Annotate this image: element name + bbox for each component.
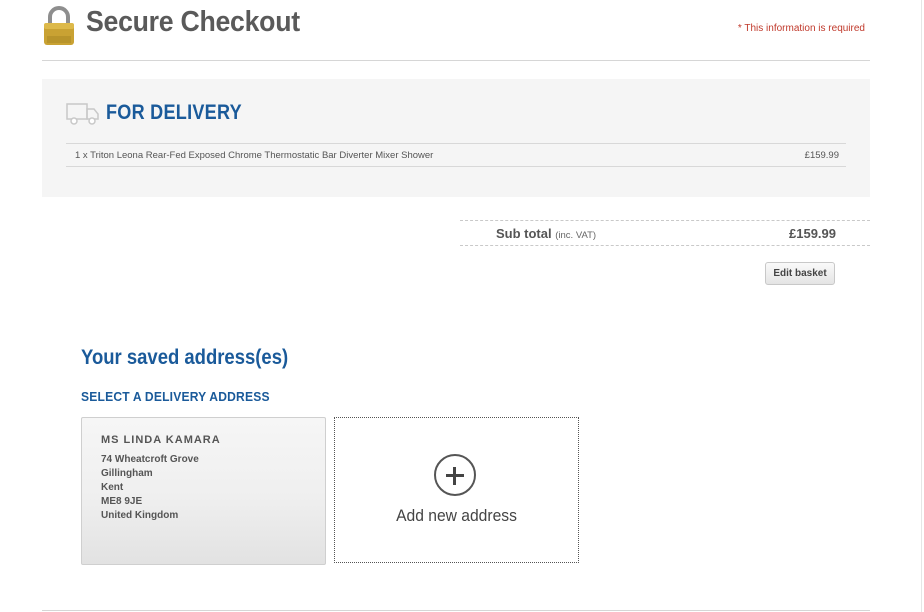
- delivery-truck-icon: [66, 102, 100, 126]
- page-title: Secure Checkout: [86, 6, 300, 38]
- footer-divider: [42, 610, 870, 611]
- address-line: Kent: [101, 482, 124, 493]
- plus-circle-icon: [434, 454, 476, 496]
- item-description: 1 x Triton Leona Rear-Fed Exposed Chrome…: [75, 150, 434, 161]
- add-new-address-button[interactable]: Add new address: [334, 417, 579, 563]
- address-lines: 74 Wheatcroft Grove Gillingham Kent ME8 …: [101, 453, 199, 523]
- delivery-panel: [42, 79, 870, 197]
- address-line: Gillingham: [101, 468, 153, 479]
- subtotal-value: £159.99: [789, 226, 836, 241]
- page-edge: [921, 0, 922, 612]
- address-line: ME8 9JE: [101, 496, 143, 507]
- address-line: 74 Wheatcroft Grove: [101, 454, 199, 465]
- address-line: United Kingdom: [101, 510, 179, 521]
- add-address-label: Add new address: [396, 506, 517, 525]
- vat-note: (inc. VAT): [555, 230, 597, 241]
- delivery-title: FOR DELIVERY: [106, 101, 242, 124]
- subtotal-row: Sub total (inc. VAT) £159.99: [460, 220, 870, 246]
- edit-basket-button[interactable]: Edit basket: [765, 262, 835, 285]
- required-note: * This information is required: [737, 23, 865, 34]
- saved-address-card[interactable]: MS LINDA KAMARA 74 Wheatcroft Grove Gill…: [81, 417, 326, 565]
- header-divider: [42, 60, 870, 61]
- order-item-row: 1 x Triton Leona Rear-Fed Exposed Chrome…: [66, 143, 846, 167]
- padlock-icon: [41, 6, 77, 46]
- address-name: MS LINDA KAMARA: [101, 434, 221, 446]
- saved-addresses-heading: Your saved address(es): [81, 346, 289, 369]
- item-price: £159.99: [804, 150, 839, 161]
- select-address-heading: SELECT A DELIVERY ADDRESS: [81, 389, 270, 404]
- subtotal-label: Sub total (inc. VAT): [496, 226, 597, 241]
